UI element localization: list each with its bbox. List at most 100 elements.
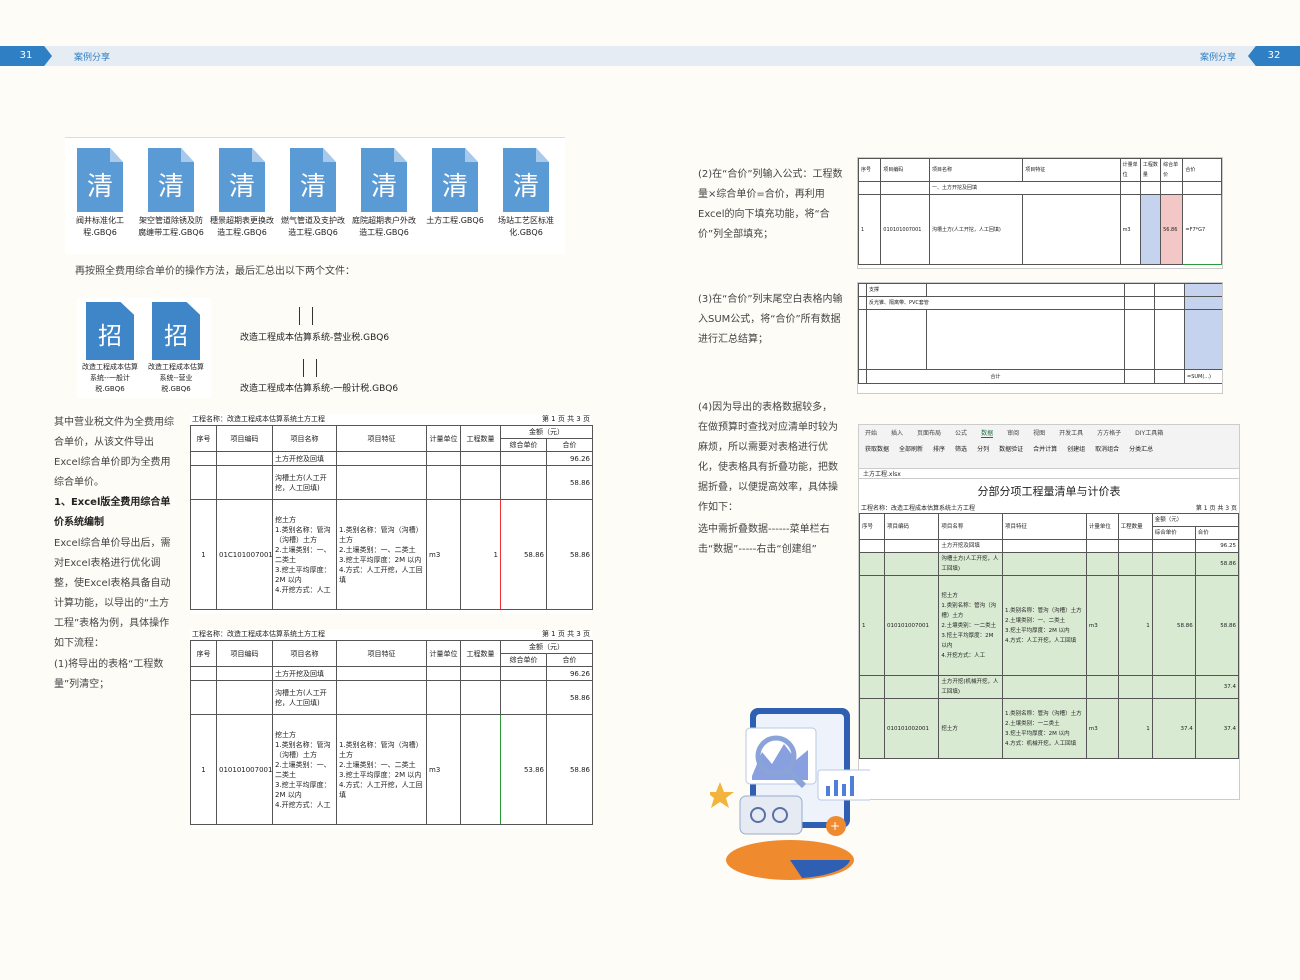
document-icon: 清 — [503, 148, 549, 212]
document-icon: 清 — [432, 148, 478, 212]
ribbon-tab[interactable]: 开发工具 — [1059, 428, 1083, 438]
tool-file-label: 改造工程成本估算系统--营业税.GBQ6 — [148, 363, 204, 393]
table-row[interactable]: 沟槽土方(人工开挖，人工回填) 58.86 — [190, 680, 593, 715]
table-row[interactable]: 土方开挖及回填 96.25 — [859, 539, 1239, 553]
left-page-number: 31 — [0, 46, 52, 66]
col-header: 项目编码 — [216, 640, 273, 667]
table-row[interactable]: 土方开挖及回填 96.26 — [190, 451, 593, 466]
file-item[interactable]: 清穗景超期表更换改造工程.GBQ6 — [209, 148, 275, 239]
tool-file-item[interactable]: 招改造工程成本估算系统--一般计税.GBQ6 — [79, 302, 141, 395]
document-icon: 招 — [152, 302, 200, 360]
ribbon-command[interactable]: 分列 — [977, 444, 989, 453]
table-project-name: 工程名称：改造工程成本估算系统土方工程 — [192, 630, 325, 638]
bill-table-2: 工程名称：改造工程成本估算系统土方工程 第 1 页 共 3 页 序号 项目编码 项目名… — [190, 629, 593, 829]
col-header: 项目名称 — [272, 425, 337, 452]
table-row[interactable]: 土方开挖及回填 96.26 — [190, 666, 593, 681]
screenshot-formula-fill: 序号 项目编码 项目名称 项目特征 计量单位 工程数量 综合单价 合价 一、土方开挖及回填 1… — [857, 157, 1223, 269]
col-header: 计量单位 — [426, 640, 461, 667]
table-row[interactable]: 1 010101007001 挖土方 1.类别名称：管沟（沟槽）土方 2.土壤类别：… — [190, 714, 593, 825]
file-item[interactable]: 清架空管道除锈及防腐缠带工程.GBQ6 — [138, 148, 204, 239]
ribbon-command[interactable]: 合并计算 — [1033, 444, 1057, 453]
ribbon-tab[interactable]: DIY工具箱 — [1135, 428, 1163, 438]
tool-file-item[interactable]: 招改造工程成本估算系统--营业税.GBQ6 — [145, 302, 207, 395]
table-row[interactable]: 沟槽土方(人工开挖，人工回填) 58.86 — [859, 552, 1239, 576]
header-band — [0, 46, 1300, 66]
table-row[interactable]: 沟槽土方(人工开挖，人工回填) 58.86 — [190, 465, 593, 500]
ribbon-command[interactable]: 全部刷新 — [899, 444, 923, 453]
col-header: 工程数量 — [460, 640, 501, 667]
step-5-text: 选中需折叠数据------菜单栏右击“数据”-----右击“创建组” — [698, 524, 830, 555]
file-item[interactable]: 清土方工程.GBQ6 — [422, 148, 488, 227]
bill-table-1: 工程名称：改造工程成本估算系统土方工程 第 1 页 共 3 页 序号 项目编码 项目名… — [190, 414, 593, 614]
ribbon-command[interactable]: 数据验证 — [999, 444, 1023, 453]
col-header: 合价 — [546, 438, 593, 452]
tool-file-label: 改造工程成本估算系统--一般计税.GBQ6 — [82, 363, 138, 393]
file-item[interactable]: 清阀井标准化工程.GBQ6 — [67, 148, 133, 239]
intro-text: 再按照全费用综合单价的操作方法，最后汇总出以下两个文件： — [75, 266, 355, 277]
left-paragraph-3: (1)将导出的表格“工程数量”列清空； — [54, 659, 164, 690]
sheet-title: 分部分项工程量清单与计价表 — [977, 485, 1121, 498]
ribbon-tab[interactable]: 插入 — [891, 428, 903, 438]
file-item[interactable]: 清场站工艺区标准化.GBQ6 — [493, 148, 559, 239]
step-3-text: (3)在“合价”列末尾空白表格内输入SUM公式，将“合价”所有数据进行汇总结算； — [698, 294, 843, 345]
excel-ribbon: 开始 插入 页面布局 公式 数据 审阅 视图 开发工具 方方格子 DIY工具箱 … — [859, 425, 1239, 469]
document-icon: 清 — [361, 148, 407, 212]
ribbon-tab[interactable]: 公式 — [955, 428, 967, 438]
bracket-icon — [299, 307, 313, 325]
file-item[interactable]: 清庭院超期表户外改造工程.GBQ6 — [351, 148, 417, 239]
left-heading: 1、Excel版全费用综合单价系统编制 — [54, 497, 171, 528]
ribbon-tab[interactable]: 视图 — [1033, 428, 1045, 438]
table-page: 第 1 页 共 3 页 — [541, 630, 590, 638]
ribbon-command[interactable]: 筛选 — [955, 444, 967, 453]
col-header: 项目编码 — [216, 425, 273, 452]
file-tab[interactable]: 土方工程.xlsx — [859, 469, 1239, 479]
col-header: 序号 — [190, 425, 217, 452]
col-header: 金额（元） — [500, 425, 593, 439]
col-header: 合价 — [546, 653, 593, 667]
ribbon-command[interactable]: 获取数据 — [865, 444, 889, 453]
table-row[interactable]: 1 010101007001 挖土方 1.类别名称：管沟（沟槽）土方 2.土壤类别：… — [859, 575, 1239, 676]
table-row[interactable]: 1 01C101007001 挖土方 1.类别名称：管沟（沟槽）土方 2.土壤类别：… — [190, 499, 593, 610]
left-paragraph-1: 其中营业税文件为全费用综合单价，从该文件导出Excel综合单价即为全费用综合单价… — [54, 417, 174, 488]
star-icon — [710, 782, 734, 808]
screenshot-sum-formula: 支撑 反光锥、隔离带、PVC套管 合计 =SUM(...) — [857, 282, 1223, 394]
ribbon-tab[interactable]: 页面布局 — [917, 428, 941, 438]
screenshot-excel-group: 开始 插入 页面布局 公式 数据 审阅 视图 开发工具 方方格子 DIY工具箱 … — [858, 424, 1240, 800]
file-item[interactable]: 清燃气管道及支护改造工程.GBQ6 — [280, 148, 346, 239]
data-analysis-illustration: + — [710, 708, 870, 880]
ribbon-tab[interactable]: 审阅 — [1007, 428, 1019, 438]
file-label: 场站工艺区标准化.GBQ6 — [498, 216, 554, 237]
step-4-text: (4)因为导出的表格数据较多，在做预算时查找对应清单时较为麻烦，所以需要对表格进… — [698, 402, 838, 513]
file-label: 架空管道除锈及防腐缠带工程.GBQ6 — [138, 216, 204, 237]
tool-files-panel: 招改造工程成本估算系统--一般计税.GBQ6 招改造工程成本估算系统--营业税.… — [77, 298, 211, 398]
ribbon-tab[interactable]: 方方格子 — [1097, 428, 1121, 438]
svg-text:+: + — [830, 819, 840, 833]
file-label: 土方工程.GBQ6 — [426, 216, 484, 225]
table-project-name: 工程名称：改造工程成本估算系统土方工程 — [192, 415, 325, 423]
col-header: 综合单价 — [500, 653, 547, 667]
document-icon: 清 — [148, 148, 194, 212]
left-paragraph-2: Excel综合单价导出后，需对Excel表格进行优化调整，使Excel表格具备自… — [54, 538, 171, 649]
file-label: 庭院超期表户外改造工程.GBQ6 — [352, 216, 416, 237]
right-page-number: 32 — [1248, 46, 1300, 66]
table-row[interactable]: 010101002001 挖土方 1.类别名称：管沟（沟槽）土方 2.土壤类别：一二… — [859, 698, 1239, 759]
table-row[interactable]: 土方开挖(机械开挖，人工回填) 37.4 — [859, 675, 1239, 699]
ribbon-command[interactable]: 排序 — [933, 444, 945, 453]
col-header: 项目特征 — [336, 640, 427, 667]
ribbon-command[interactable]: 分类汇总 — [1129, 444, 1153, 453]
col-header: 序号 — [190, 640, 217, 667]
export-files-panel: 清阀井标准化工程.GBQ6 清架空管道除锈及防腐缠带工程.GBQ6 清穗景超期表… — [65, 137, 565, 254]
step-2-text: (2)在“合价”列输入公式：工程数量×综合单价=合价，再利用Excel的向下填充… — [698, 169, 843, 240]
sheet-project: 工程名称：改造工程成本估算系统土方工程 — [861, 505, 976, 512]
create-group-button[interactable]: 创建组 — [1067, 444, 1085, 453]
col-header: 项目特征 — [336, 425, 427, 452]
document-icon: 清 — [77, 148, 123, 212]
table-row[interactable]: 1 010101007001 沟槽土方(人工开挖，人工回填) m3 56.86 =F7*G… — [858, 194, 1222, 265]
ribbon-tab-data[interactable]: 数据 — [981, 428, 994, 438]
bracket-icon — [303, 359, 317, 377]
col-header: 计量单位 — [426, 425, 461, 452]
ribbon-command[interactable]: 取消组合 — [1095, 444, 1119, 453]
document-icon: 清 — [290, 148, 336, 212]
col-header: 综合单价 — [500, 438, 547, 452]
ribbon-tab[interactable]: 开始 — [865, 428, 877, 438]
